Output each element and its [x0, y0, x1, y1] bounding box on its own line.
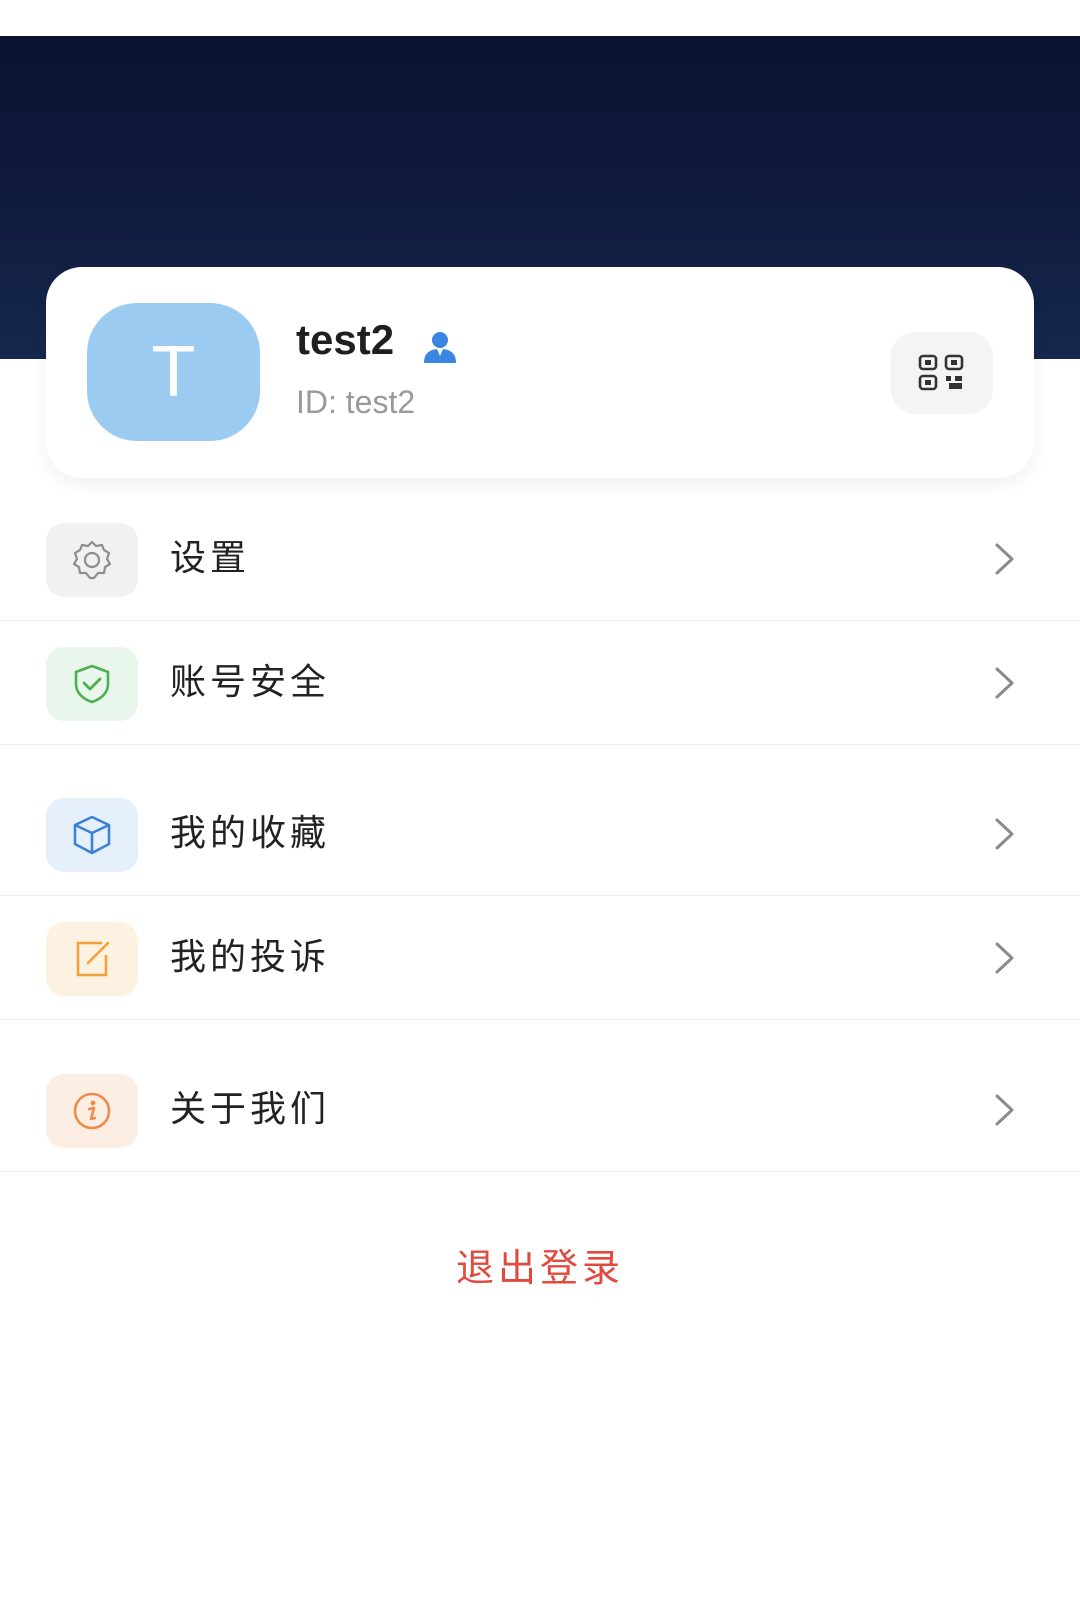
menu-item-complaints[interactable]: 我的投诉 [0, 896, 1080, 1020]
status-bar-area [0, 0, 1080, 36]
menu-item-label: 关于我们 [170, 1089, 331, 1130]
profile-page: T test2 ID: test2 设置 账号安全 我的收藏 我的投诉 关于我们… [0, 0, 1080, 1613]
user-id: ID: test2 [296, 384, 416, 420]
menu-item-label: 我的投诉 [170, 937, 331, 978]
chevron-right-icon [995, 543, 1014, 575]
menu-icon-box [46, 523, 138, 597]
user-badge-icon [424, 332, 456, 363]
username: test2 [296, 316, 395, 363]
menu-icon-box [46, 922, 138, 996]
chevron-right-icon [995, 942, 1014, 974]
menu-icon-box [46, 647, 138, 721]
menu-icon-box [46, 1074, 138, 1148]
avatar[interactable]: T [87, 303, 260, 441]
menu-item-about-us[interactable]: 关于我们 [0, 1048, 1080, 1172]
menu-item-favorites[interactable]: 我的收藏 [0, 772, 1080, 896]
menu-item-label: 我的收藏 [170, 813, 331, 854]
cube-icon [73, 815, 111, 855]
chevron-right-icon [995, 1094, 1014, 1126]
shield-check-icon [74, 664, 110, 704]
profile-card[interactable]: T test2 ID: test2 [46, 267, 1034, 478]
qr-code-button[interactable] [891, 332, 993, 414]
chevron-right-icon [995, 818, 1014, 850]
gear-icon [72, 540, 112, 580]
avatar-letter: T [151, 332, 196, 412]
qr-code-icon [918, 354, 964, 391]
menu-item-settings[interactable]: 设置 [0, 497, 1080, 621]
edit-icon [76, 941, 110, 977]
menu-item-label: 设置 [170, 538, 251, 579]
info-icon [73, 1092, 111, 1130]
chevron-right-icon [995, 667, 1014, 699]
menu-icon-box [46, 798, 138, 872]
logout-button[interactable]: 退出登录 [340, 1240, 740, 1296]
menu-item-account-security[interactable]: 账号安全 [0, 621, 1080, 745]
menu-item-label: 账号安全 [170, 662, 331, 703]
